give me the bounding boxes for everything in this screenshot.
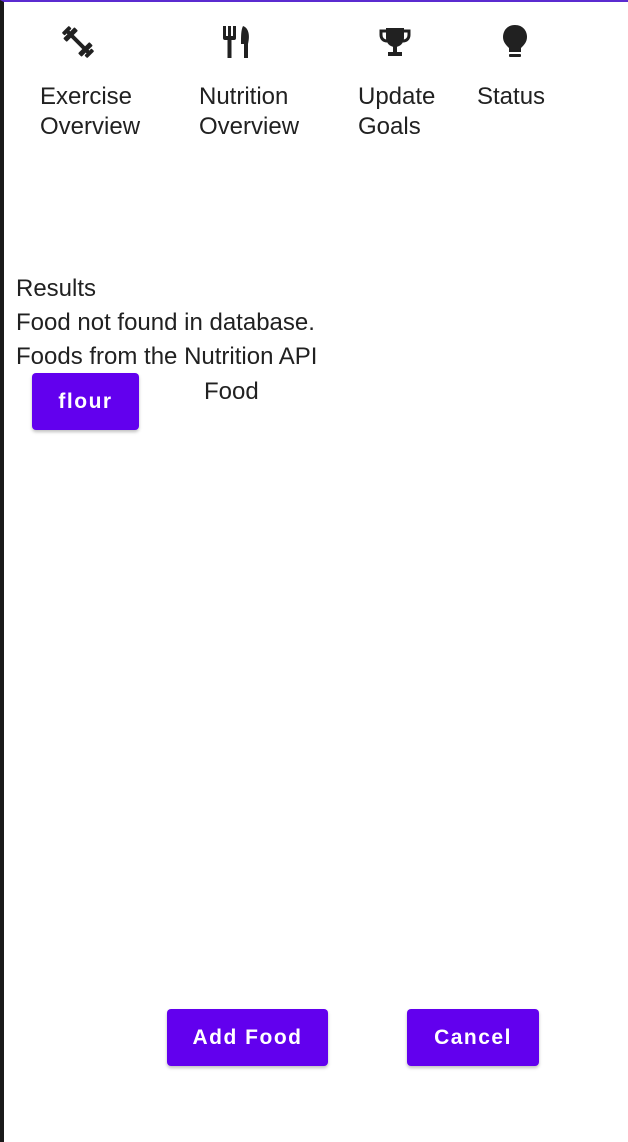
results-heading: Results	[16, 275, 97, 302]
nav-item-label: Status	[477, 83, 546, 110]
nav-item-update-goals[interactable]: Update Goals	[358, 2, 468, 152]
nav-item-label: Nutrition Overview	[199, 83, 300, 140]
results-section: Results Food not found in database. Food…	[16, 272, 317, 374]
cancel-button[interactable]: Cancel	[407, 1009, 539, 1066]
trophy-icon	[377, 22, 413, 62]
nav-item-status[interactable]: Status	[477, 2, 587, 152]
api-results-heading: Foods from the Nutrition API	[16, 343, 318, 370]
nav-item-label: Exercise Overview	[40, 83, 141, 140]
dumbbell-icon	[60, 22, 96, 62]
not-found-message: Food not found in database.	[16, 309, 315, 336]
nav-item-exercise-overview[interactable]: Exercise Overview	[40, 2, 180, 152]
lightbulb-icon	[497, 22, 533, 62]
top-navigation: Exercise Overview Nutrition Overview Upd…	[4, 2, 628, 152]
app-screen: Exercise Overview Nutrition Overview Upd…	[0, 0, 628, 1142]
fork-knife-icon	[219, 22, 255, 62]
nav-item-nutrition-overview[interactable]: Nutrition Overview	[199, 2, 339, 152]
food-result-button[interactable]: flour	[32, 373, 139, 430]
food-type-label: Food	[204, 378, 259, 405]
add-food-button[interactable]: Add Food	[167, 1009, 328, 1066]
nav-item-label: Update Goals	[358, 83, 436, 140]
